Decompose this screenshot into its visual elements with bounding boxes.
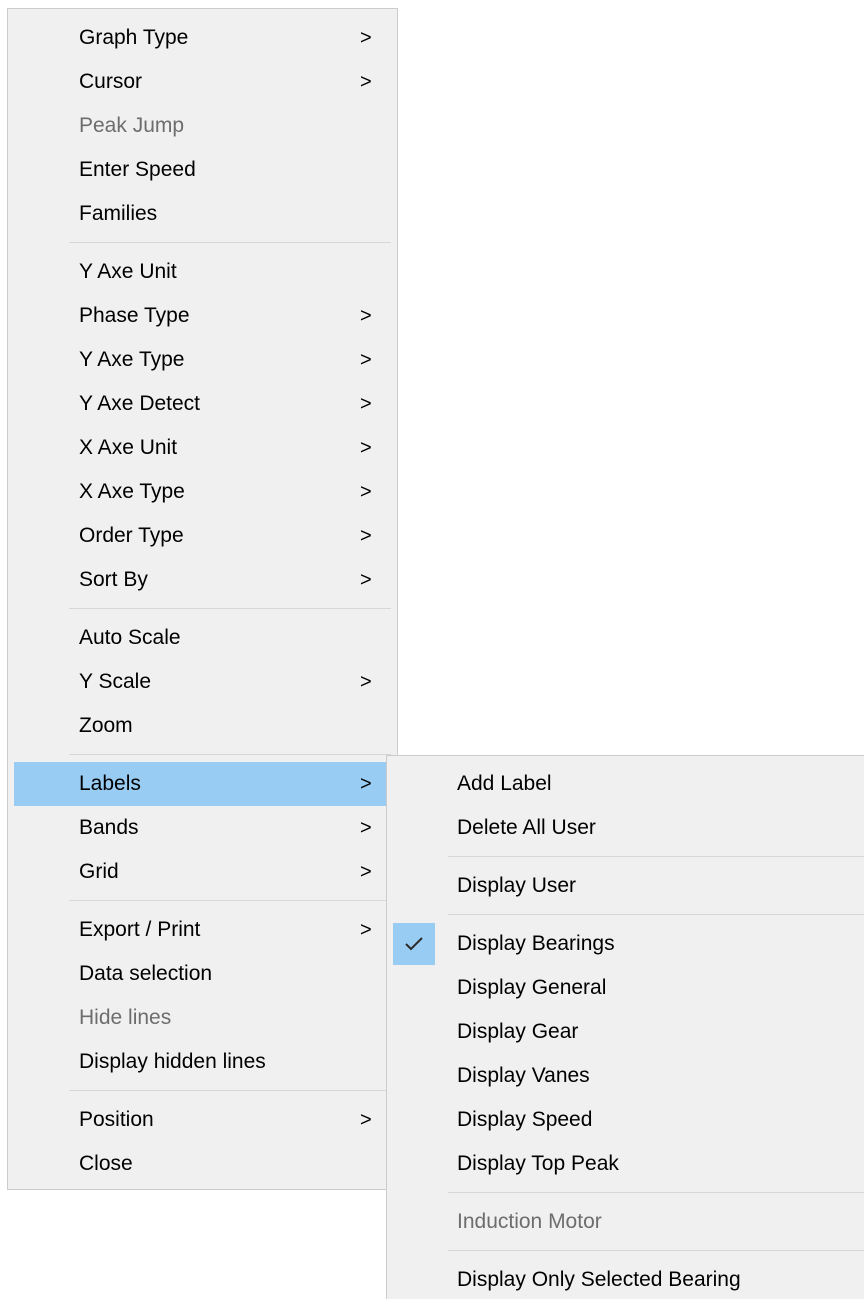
- menu-item-sort-by[interactable]: Sort By >: [8, 558, 397, 602]
- submenu-arrow-icon: >: [360, 569, 372, 591]
- menu-item-label: Cursor: [79, 70, 143, 93]
- submenu-arrow-icon: >: [360, 919, 372, 941]
- submenu-item-display-top-peak[interactable]: Display Top Peak: [387, 1142, 864, 1186]
- menu-item-label: Display User: [457, 874, 577, 897]
- submenu-arrow-icon: >: [360, 437, 372, 459]
- submenu-arrow-icon: >: [360, 817, 372, 839]
- menu-item-label: Sort By: [79, 568, 148, 591]
- menu-item-label: Auto Scale: [79, 626, 181, 649]
- menu-item-label: Graph Type: [79, 26, 189, 49]
- menu-item-label: Y Axe Detect: [79, 392, 201, 415]
- submenu-arrow-icon: >: [360, 27, 372, 49]
- menu-separator: [8, 236, 397, 250]
- submenu-arrow-icon: >: [360, 525, 372, 547]
- menu-item-label: Y Scale: [79, 670, 151, 693]
- submenu-item-display-user[interactable]: Display User: [387, 864, 864, 908]
- menu-item-label: Phase Type: [79, 304, 190, 327]
- menu-item-display-hidden-lines[interactable]: Display hidden lines: [8, 1040, 397, 1084]
- menu-item-label: Zoom: [79, 714, 133, 737]
- menu-item-graph-type[interactable]: Graph Type >: [8, 16, 397, 60]
- menu-item-hide-lines: Hide lines: [8, 996, 397, 1040]
- menu-item-label: Enter Speed: [79, 158, 196, 181]
- menu-item-label: X Axe Unit: [79, 436, 178, 459]
- checkmark-icon: [393, 923, 435, 965]
- submenu-item-display-general[interactable]: Display General: [387, 966, 864, 1010]
- menu-item-label: Induction Motor: [457, 1210, 602, 1233]
- menu-item-phase-type[interactable]: Phase Type >: [8, 294, 397, 338]
- menu-item-close[interactable]: Close: [8, 1142, 397, 1186]
- submenu-arrow-icon: >: [360, 393, 372, 415]
- menu-separator: [8, 748, 397, 762]
- menu-item-y-axe-type[interactable]: Y Axe Type >: [8, 338, 397, 382]
- submenu-item-display-only-selected-bearing[interactable]: Display Only Selected Bearing: [387, 1258, 864, 1302]
- menu-item-label: Display hidden lines: [79, 1050, 266, 1073]
- context-menu: Graph Type > Cursor > Peak Jump Enter Sp…: [7, 8, 398, 1190]
- menu-item-label: Data selection: [79, 962, 213, 985]
- menu-item-label: Labels: [79, 772, 141, 795]
- menu-item-label: Hide lines: [79, 1006, 172, 1029]
- menu-item-label: Position: [79, 1108, 154, 1131]
- menu-item-y-scale[interactable]: Y Scale >: [8, 660, 397, 704]
- submenu-arrow-icon: >: [360, 71, 372, 93]
- menu-item-label: Delete All User: [457, 816, 596, 839]
- menu-item-label: Display General: [457, 976, 607, 999]
- menu-item-families[interactable]: Families: [8, 192, 397, 236]
- menu-item-order-type[interactable]: Order Type >: [8, 514, 397, 558]
- menu-item-labels[interactable]: Labels >: [14, 762, 397, 806]
- submenu-arrow-icon: >: [360, 671, 372, 693]
- submenu-item-display-gear[interactable]: Display Gear: [387, 1010, 864, 1054]
- menu-item-label: Display Gear: [457, 1020, 579, 1043]
- submenu-arrow-icon: >: [360, 481, 372, 503]
- submenu-item-add-label[interactable]: Add Label: [387, 762, 864, 806]
- menu-separator: [8, 1084, 397, 1098]
- menu-item-label: Add Label: [457, 772, 552, 795]
- submenu-item-display-bearings[interactable]: Display Bearings: [387, 922, 864, 966]
- submenu-arrow-icon: >: [360, 1109, 372, 1131]
- menu-item-label: Families: [79, 202, 158, 225]
- menu-item-label: Peak Jump: [79, 114, 185, 137]
- submenu-arrow-icon: >: [360, 349, 372, 371]
- menu-separator: [8, 894, 397, 908]
- labels-submenu: Add Label Delete All User Display User D…: [386, 755, 864, 1299]
- menu-item-y-axe-unit[interactable]: Y Axe Unit: [8, 250, 397, 294]
- submenu-arrow-icon: >: [360, 861, 372, 883]
- menu-item-bands[interactable]: Bands >: [8, 806, 397, 850]
- menu-item-label: Grid: [79, 860, 119, 883]
- menu-separator: [387, 908, 864, 922]
- menu-item-y-axe-detect[interactable]: Y Axe Detect >: [8, 382, 397, 426]
- submenu-arrow-icon: >: [360, 305, 372, 327]
- menu-item-position[interactable]: Position >: [8, 1098, 397, 1142]
- menu-item-label: Display Vanes: [457, 1064, 590, 1087]
- menu-item-x-axe-unit[interactable]: X Axe Unit >: [8, 426, 397, 470]
- menu-item-export-print[interactable]: Export / Print >: [8, 908, 397, 952]
- submenu-arrow-icon: >: [360, 773, 372, 795]
- menu-item-label: Display Only Selected Bearing: [457, 1268, 741, 1291]
- menu-item-label: Y Axe Type: [79, 348, 185, 371]
- menu-item-label: Order Type: [79, 524, 184, 547]
- submenu-item-induction-motor: Induction Motor: [387, 1200, 864, 1244]
- menu-separator: [387, 1186, 864, 1200]
- menu-item-label: Close: [79, 1152, 133, 1175]
- menu-item-label: Bands: [79, 816, 139, 839]
- menu-item-label: Display Speed: [457, 1108, 593, 1131]
- menu-item-enter-speed[interactable]: Enter Speed: [8, 148, 397, 192]
- menu-separator: [387, 850, 864, 864]
- menu-item-label: Display Bearings: [457, 932, 615, 955]
- submenu-item-delete-all-user[interactable]: Delete All User: [387, 806, 864, 850]
- menu-separator: [8, 602, 397, 616]
- menu-separator: [387, 1244, 864, 1258]
- menu-item-zoom[interactable]: Zoom: [8, 704, 397, 748]
- menu-item-grid[interactable]: Grid >: [8, 850, 397, 894]
- menu-item-peak-jump: Peak Jump: [8, 104, 397, 148]
- submenu-item-display-speed[interactable]: Display Speed: [387, 1098, 864, 1142]
- menu-item-x-axe-type[interactable]: X Axe Type >: [8, 470, 397, 514]
- menu-item-cursor[interactable]: Cursor >: [8, 60, 397, 104]
- menu-item-label: X Axe Type: [79, 480, 185, 503]
- menu-item-auto-scale[interactable]: Auto Scale: [8, 616, 397, 660]
- menu-item-label: Export / Print: [79, 918, 201, 941]
- submenu-item-display-vanes[interactable]: Display Vanes: [387, 1054, 864, 1098]
- menu-item-data-selection[interactable]: Data selection: [8, 952, 397, 996]
- menu-item-label: Display Top Peak: [457, 1152, 619, 1175]
- menu-item-label: Y Axe Unit: [79, 260, 177, 283]
